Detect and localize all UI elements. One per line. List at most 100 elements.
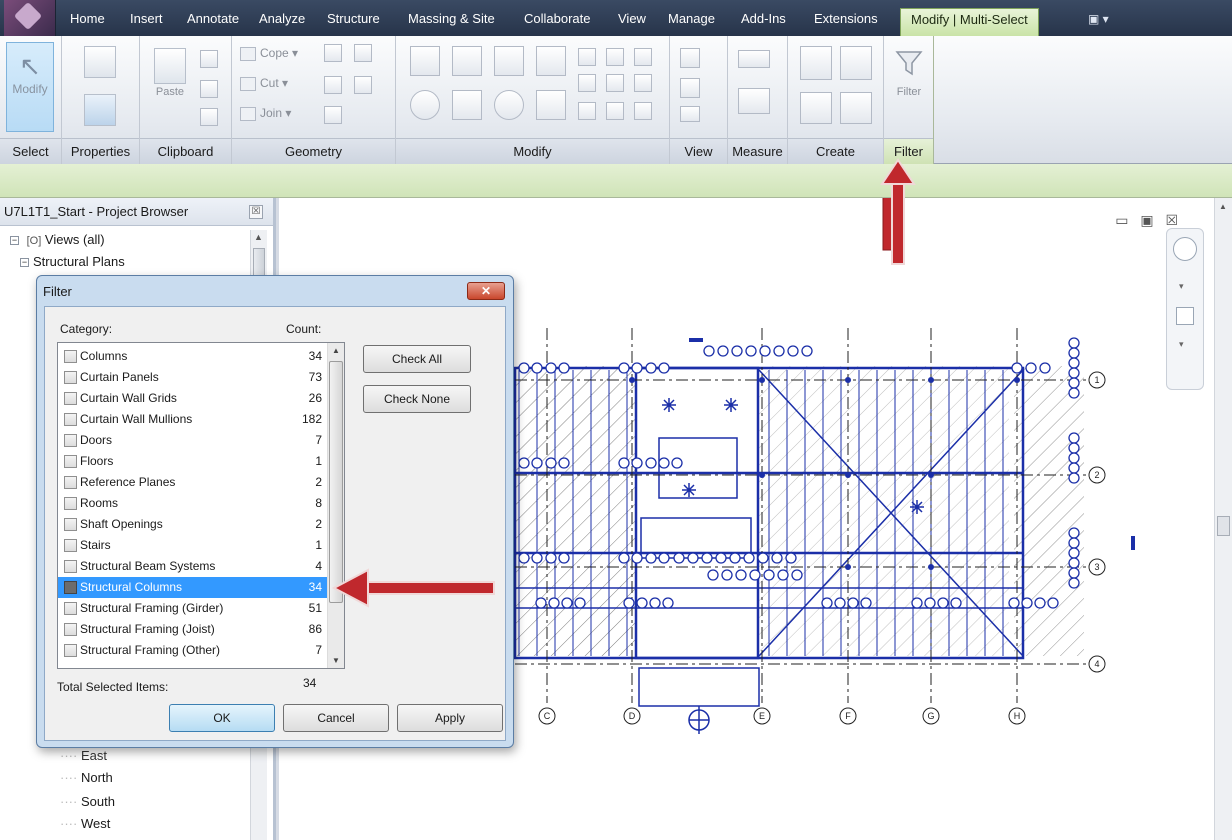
- category-row[interactable]: Doors 7: [58, 430, 328, 451]
- tab-extensions[interactable]: Extensions: [810, 8, 882, 30]
- tab-view[interactable]: View: [614, 8, 650, 30]
- create-parts-icon[interactable]: [840, 46, 872, 80]
- offset-icon[interactable]: [452, 46, 482, 76]
- cut-button[interactable]: Cut ▾: [240, 76, 288, 91]
- ok-button[interactable]: OK: [169, 704, 275, 732]
- tree-node-south[interactable]: ···· South: [60, 794, 115, 809]
- tab-annotate[interactable]: Annotate: [183, 8, 243, 30]
- override-graphics-icon[interactable]: [680, 78, 700, 98]
- mirror-axis-icon[interactable]: [494, 46, 524, 76]
- scroll-down-icon[interactable]: ▼: [332, 656, 340, 665]
- category-checkbox[interactable]: [64, 371, 77, 384]
- check-all-button[interactable]: Check All: [363, 345, 471, 373]
- tab-structure[interactable]: Structure: [323, 8, 384, 30]
- tab-modify-multi-select[interactable]: Modify | Multi-Select: [900, 8, 1039, 36]
- tab-home[interactable]: Home: [66, 8, 109, 30]
- demolish-icon[interactable]: [354, 76, 372, 94]
- split-icon[interactable]: [578, 48, 596, 66]
- split-gap-icon[interactable]: [606, 48, 624, 66]
- category-checkbox[interactable]: [64, 581, 77, 594]
- category-checkbox[interactable]: [64, 539, 77, 552]
- wall-joins-icon[interactable]: [324, 76, 342, 94]
- tab-add-ins[interactable]: Add-Ins: [737, 8, 790, 30]
- scroll-up-icon[interactable]: ▲: [332, 346, 340, 355]
- move-icon[interactable]: [410, 90, 440, 120]
- rotate-icon[interactable]: [494, 90, 524, 120]
- cut-clipboard-icon[interactable]: [200, 50, 218, 68]
- hide-in-view-icon[interactable]: [680, 48, 700, 68]
- category-row[interactable]: Rooms 8: [58, 493, 328, 514]
- trim-single-icon[interactable]: [578, 102, 596, 120]
- create-assembly-icon[interactable]: [800, 46, 832, 80]
- scroll-thumb[interactable]: [1217, 516, 1230, 536]
- category-checkbox[interactable]: [64, 560, 77, 573]
- category-row[interactable]: Structural Beam Systems 4: [58, 556, 328, 577]
- category-list[interactable]: Columns 34 Curtain Panels 73 Curtain Wall Gr…: [57, 342, 345, 669]
- category-checkbox[interactable]: [64, 413, 77, 426]
- trim-extend-icon[interactable]: [536, 90, 566, 120]
- split-face-icon[interactable]: [324, 44, 342, 62]
- category-row[interactable]: Structural Framing (Girder) 51: [58, 598, 328, 619]
- linework-icon[interactable]: [680, 106, 700, 122]
- application-menu-button[interactable]: [4, 0, 56, 36]
- category-checkbox[interactable]: [64, 350, 77, 363]
- properties-icon[interactable]: [80, 42, 120, 96]
- category-checkbox[interactable]: [64, 602, 77, 615]
- filter-button[interactable]: Filter: [889, 46, 929, 100]
- scroll-up-icon[interactable]: ▲: [254, 232, 263, 242]
- modify-button[interactable]: ↖ Modify: [6, 42, 54, 132]
- tree-node-east[interactable]: ···· East: [60, 748, 107, 763]
- scroll-thumb[interactable]: [329, 361, 343, 603]
- panel-toggle-icon[interactable]: ▣ ▾: [1088, 12, 1109, 26]
- tab-analyze[interactable]: Analyze: [255, 8, 309, 30]
- join-button[interactable]: Join ▾: [240, 106, 291, 121]
- category-row[interactable]: Structural Columns 34: [58, 577, 328, 598]
- copy-icon[interactable]: [200, 80, 218, 98]
- category-row[interactable]: Stairs 1: [58, 535, 328, 556]
- pin-icon[interactable]: [634, 48, 652, 66]
- category-row[interactable]: Structural Framing (Other) 7: [58, 640, 328, 661]
- category-row[interactable]: Curtain Wall Grids 26: [58, 388, 328, 409]
- delete-icon[interactable]: [634, 102, 652, 120]
- beam-join-icon[interactable]: [324, 106, 342, 124]
- check-none-button[interactable]: Check None: [363, 385, 471, 413]
- measure-icon[interactable]: [738, 50, 770, 68]
- create-similar-icon[interactable]: [840, 92, 872, 124]
- canvas-scrollbar[interactable]: ▲: [1214, 198, 1232, 840]
- trim-multiple-icon[interactable]: [606, 102, 624, 120]
- tab-massing-site[interactable]: Massing & Site: [404, 8, 499, 30]
- category-checkbox[interactable]: [64, 623, 77, 636]
- category-row[interactable]: Curtain Wall Mullions 182: [58, 409, 328, 430]
- cancel-button[interactable]: Cancel: [283, 704, 389, 732]
- tree-node-structural-plans[interactable]: − Structural Plans: [20, 254, 125, 269]
- tree-node-north[interactable]: ···· North: [60, 770, 113, 785]
- match-properties-icon[interactable]: [200, 108, 218, 126]
- unpin-icon[interactable]: [634, 74, 652, 92]
- category-row[interactable]: Curtain Panels 73: [58, 367, 328, 388]
- scroll-up-icon[interactable]: ▲: [1219, 202, 1227, 211]
- apply-button[interactable]: Apply: [397, 704, 503, 732]
- create-group-icon[interactable]: [800, 92, 832, 124]
- scale-icon[interactable]: [606, 74, 624, 92]
- category-row[interactable]: Structural Framing (Joist) 86: [58, 619, 328, 640]
- tree-node-west[interactable]: ···· West: [60, 816, 110, 831]
- category-checkbox[interactable]: [64, 476, 77, 489]
- tab-manage[interactable]: Manage: [664, 8, 719, 30]
- category-row[interactable]: Reference Planes 2: [58, 472, 328, 493]
- category-checkbox[interactable]: [64, 644, 77, 657]
- category-checkbox[interactable]: [64, 497, 77, 510]
- copy-element-icon[interactable]: [452, 90, 482, 120]
- cope-button[interactable]: Cope ▾: [240, 46, 298, 61]
- collapse-toggle-icon[interactable]: −: [20, 258, 29, 268]
- category-checkbox[interactable]: [64, 434, 77, 447]
- category-list-scrollbar[interactable]: ▲ ▼: [327, 343, 344, 668]
- dialog-close-button[interactable]: ✕: [467, 282, 505, 300]
- collapse-toggle-icon[interactable]: −: [10, 236, 19, 246]
- mirror-draw-icon[interactable]: [536, 46, 566, 76]
- category-checkbox[interactable]: [64, 518, 77, 531]
- dimension-icon[interactable]: [738, 88, 770, 114]
- tree-node-views[interactable]: − [O] Views (all): [10, 232, 105, 247]
- category-checkbox[interactable]: [64, 455, 77, 468]
- close-icon[interactable]: ☒: [249, 205, 263, 219]
- paint-icon[interactable]: [354, 44, 372, 62]
